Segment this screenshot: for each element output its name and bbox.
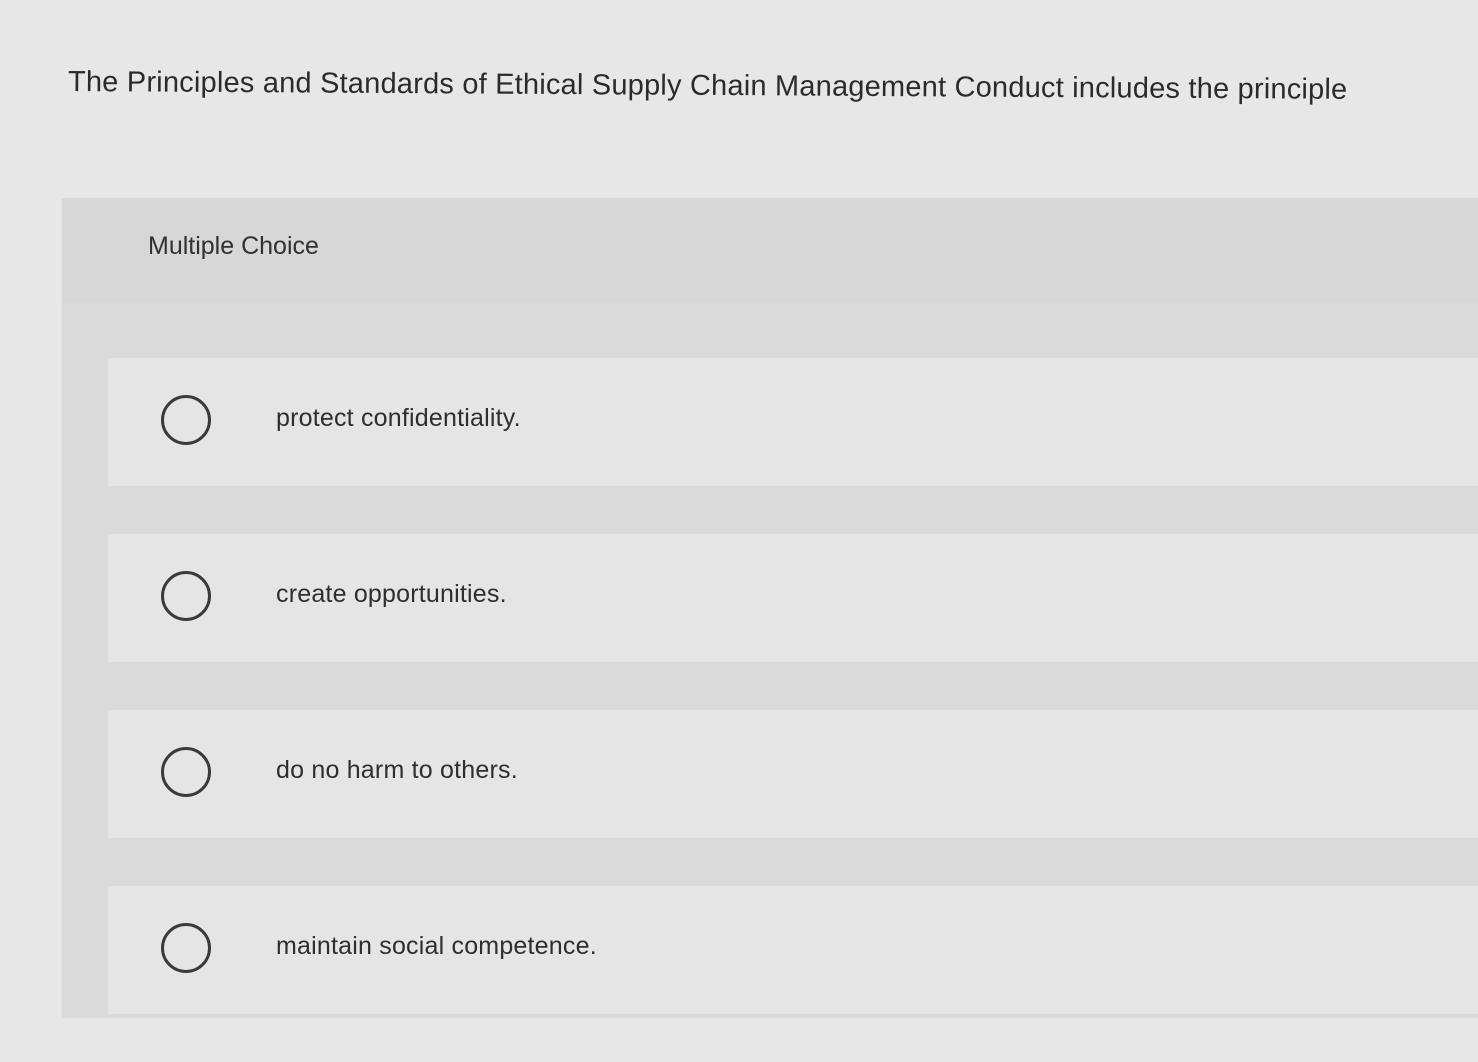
panel-title: Multiple Choice xyxy=(148,232,319,260)
option-row-1[interactable]: protect confidentiality. xyxy=(108,358,1478,486)
option-row-4[interactable]: maintain social competence. xyxy=(108,886,1478,1014)
question-text: The Principles and Standards of Ethical … xyxy=(67,66,1348,106)
option-row-3[interactable]: do no harm to others. xyxy=(108,710,1478,838)
option-label[interactable]: create opportunities. xyxy=(276,580,507,609)
option-label[interactable]: protect confidentiality. xyxy=(276,404,521,433)
options-list: protect confidentiality. create opportun… xyxy=(108,358,1478,1062)
radio-button-icon[interactable] xyxy=(161,571,211,621)
panel-header: Multiple Choice xyxy=(62,198,1478,302)
radio-button-icon[interactable] xyxy=(161,923,211,973)
option-row-2[interactable]: create opportunities. xyxy=(108,534,1478,662)
radio-button-icon[interactable] xyxy=(161,747,211,797)
option-label[interactable]: maintain social competence. xyxy=(276,932,597,961)
radio-button-icon[interactable] xyxy=(161,395,211,445)
option-label[interactable]: do no harm to others. xyxy=(276,756,518,785)
multiple-choice-panel: Multiple Choice protect confidentiality.… xyxy=(62,198,1478,1018)
